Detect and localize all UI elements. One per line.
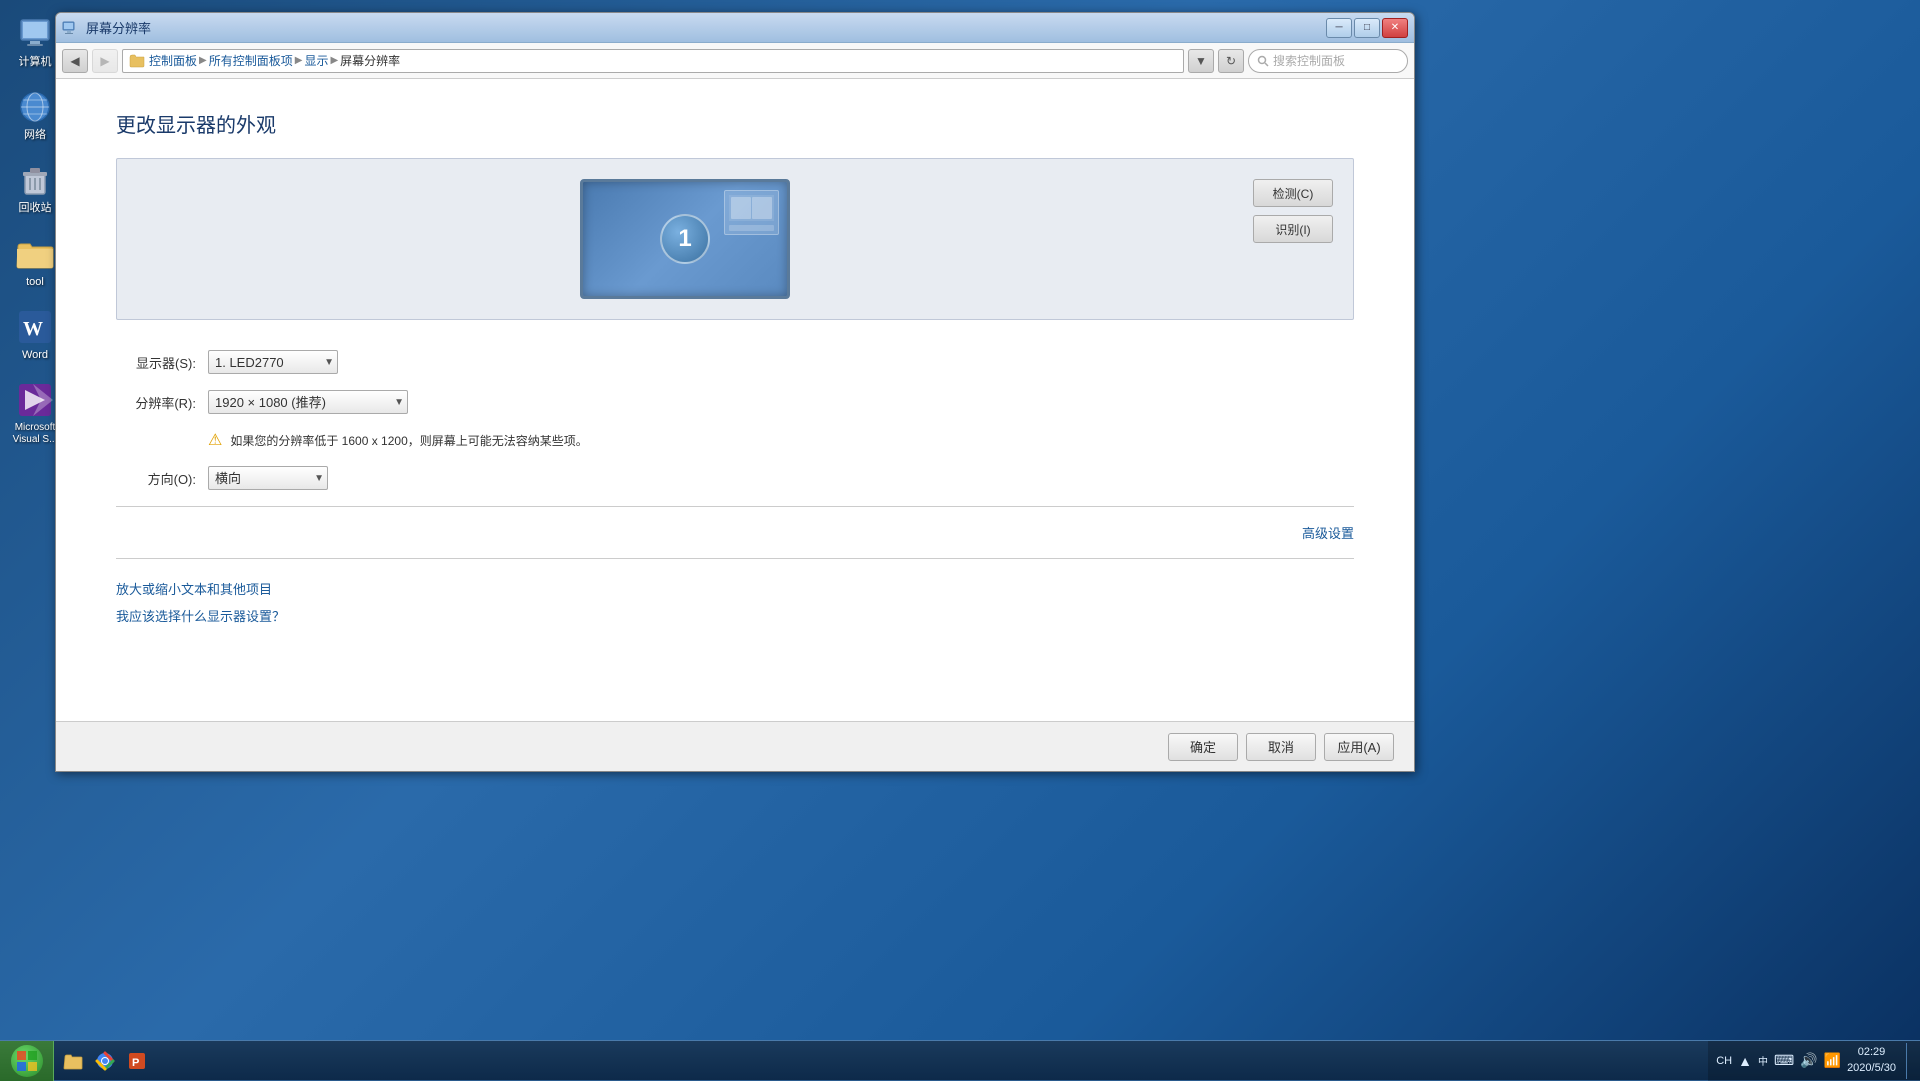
close-button[interactable]: ✕: [1382, 18, 1408, 38]
network-icon: [15, 87, 55, 127]
monitor-screen: 1: [580, 179, 790, 299]
help-links: 放大或缩小文本和其他项目 我应该选择什么显示器设置？: [116, 579, 1354, 625]
monitor-preview-area: 1 检测(C) 识别(I): [116, 158, 1354, 320]
help-link-2[interactable]: 我应该选择什么显示器设置？: [116, 606, 1354, 625]
display-row: 显示器(S): 1. LED2770 ▼: [116, 350, 1354, 374]
chrome-icon: [95, 1051, 115, 1071]
minimize-button[interactable]: ─: [1326, 18, 1352, 38]
monitor-display: 1: [137, 179, 1233, 299]
bc-controlpanel[interactable]: 控制面板: [149, 52, 197, 69]
orientation-select-wrapper[interactable]: 横向 ▼: [208, 466, 328, 490]
breadcrumb: 控制面板 ▶ 所有控制面板项 ▶ 显示 ▶ 屏幕分辨率: [149, 52, 400, 69]
desktop-icon-label: Word: [22, 349, 48, 362]
desktop: 计算机 网络: [0, 0, 1920, 1080]
cancel-button[interactable]: 取消: [1246, 733, 1316, 761]
clock-time: 02:29: [1847, 1045, 1896, 1060]
search-box[interactable]: 搜索控制面板: [1248, 49, 1408, 73]
chevron-tray-icon[interactable]: ▲: [1738, 1053, 1752, 1069]
resolution-label: 分辨率(R):: [116, 393, 196, 412]
warning-row: ⚠ 如果您的分辨率低于 1600 x 1200，则屏幕上可能无法容纳某些项。: [208, 430, 1354, 450]
window-titlebar: 屏幕分辨率 ─ □ ✕: [56, 13, 1414, 43]
taskbar-items: P: [54, 1046, 1708, 1076]
word-icon: W: [15, 307, 55, 347]
monitor-mini-inner: [729, 195, 774, 221]
bc-display[interactable]: 显示: [304, 52, 328, 69]
search-placeholder: 搜索控制面板: [1273, 52, 1345, 69]
orientation-row: 方向(O): 横向 ▼: [116, 466, 1354, 490]
taskbar-explorer-button[interactable]: [58, 1046, 88, 1076]
taskbar-clock[interactable]: 02:29 2020/5/30: [1847, 1045, 1896, 1076]
display-label: 显示器(S):: [116, 353, 196, 372]
address-field[interactable]: 控制面板 ▶ 所有控制面板项 ▶ 显示 ▶ 屏幕分辨率: [122, 49, 1184, 73]
ok-button[interactable]: 确定: [1168, 733, 1238, 761]
monitor-mini-window: [724, 190, 779, 235]
identify-button[interactable]: 识别(I): [1253, 215, 1333, 243]
keyboard-tray-icon: CH: [1716, 1055, 1732, 1067]
address-bar: ◀ ▶ 控制面板 ▶ 所有控制面板项 ▶ 显示 ▶ 屏幕分辨率 ▼ ↻: [56, 43, 1414, 79]
search-icon: [1257, 55, 1269, 67]
volume-icon[interactable]: 🔊: [1800, 1052, 1817, 1069]
warning-text: 如果您的分辨率低于 1600 x 1200，则屏幕上可能无法容纳某些项。: [230, 432, 587, 449]
desktop-icon-label: tool: [26, 276, 44, 289]
window-footer: 确定 取消 应用(A): [56, 721, 1414, 771]
divider: [116, 506, 1354, 507]
folder-small-icon: [129, 53, 145, 69]
taskbar-tray: CH ▲ 中 ⌨ 🔊 📶 02:29 2020/5/30: [1708, 1041, 1920, 1081]
advanced-settings-link[interactable]: 高级设置: [1302, 523, 1354, 542]
page-title: 更改显示器的外观: [116, 109, 1354, 138]
start-orb: [11, 1045, 43, 1077]
display-select-wrapper[interactable]: 1. LED2770 ▼: [208, 350, 338, 374]
svg-text:W: W: [23, 318, 43, 340]
address-dropdown-button[interactable]: ▼: [1188, 49, 1214, 73]
taskbar: P CH ▲ 中 ⌨ 🔊 📶 02:29 2020/5/30: [0, 1040, 1920, 1080]
start-button[interactable]: [0, 1041, 54, 1081]
explorer-icon: [63, 1051, 83, 1071]
help-link-1[interactable]: 放大或缩小文本和其他项目: [116, 579, 1354, 598]
desktop-icon-label: 网络: [24, 129, 46, 142]
svg-text:P: P: [132, 1057, 139, 1069]
window-icon: [62, 20, 78, 36]
desktop-icon-label: MicrosoftVisual S...: [13, 422, 58, 446]
window-controls: ─ □ ✕: [1326, 18, 1408, 38]
mini-bar-1: [731, 197, 751, 219]
desktop-icon-label: 计算机: [19, 56, 52, 69]
vs-icon: [15, 380, 55, 420]
display-select[interactable]: 1. LED2770: [208, 350, 338, 374]
network-tray-icon[interactable]: 📶: [1824, 1052, 1841, 1069]
folder-icon: [15, 234, 55, 274]
monitor-buttons: 检测(C) 识别(I): [1253, 179, 1333, 243]
resolution-select[interactable]: 1920 × 1080 (推荐): [208, 390, 408, 414]
maximize-button[interactable]: □: [1354, 18, 1380, 38]
advanced-link-row: 高级设置: [116, 523, 1354, 542]
mini-bar-2: [752, 197, 772, 219]
keyboard-icon: ⌨: [1774, 1052, 1794, 1069]
apply-button[interactable]: 应用(A): [1324, 733, 1394, 761]
refresh-button[interactable]: ↻: [1218, 49, 1244, 73]
ime-icon: 中: [1758, 1053, 1768, 1068]
taskbar-chrome-button[interactable]: [90, 1046, 120, 1076]
resolution-row: 分辨率(R): 1920 × 1080 (推荐) ▼: [116, 390, 1354, 414]
taskbar-ppt-button[interactable]: P: [122, 1046, 152, 1076]
windows-logo-icon: [15, 1049, 39, 1073]
desktop-icon-label: 回收站: [19, 202, 52, 215]
clock-date: 2020/5/30: [1847, 1061, 1896, 1076]
bc-current: 屏幕分辨率: [340, 52, 400, 69]
window-title: 屏幕分辨率: [86, 18, 151, 37]
detect-button[interactable]: 检测(C): [1253, 179, 1333, 207]
orientation-label: 方向(O):: [116, 469, 196, 488]
forward-button[interactable]: ▶: [92, 49, 118, 73]
resolution-select-wrapper[interactable]: 1920 × 1080 (推荐) ▼: [208, 390, 408, 414]
recycle-icon: [15, 160, 55, 200]
monitor-number: 1: [660, 214, 710, 264]
main-window: 屏幕分辨率 ─ □ ✕ ◀ ▶ 控制面板 ▶ 所有控制面板项 ▶ 显示: [55, 12, 1415, 772]
bc-all-items[interactable]: 所有控制面板项: [209, 52, 293, 69]
show-desktop-button[interactable]: [1906, 1043, 1912, 1079]
back-button[interactable]: ◀: [62, 49, 88, 73]
computer-icon: [15, 14, 55, 54]
orientation-select[interactable]: 横向: [208, 466, 328, 490]
presentation-icon: P: [127, 1051, 147, 1071]
divider-2: [116, 558, 1354, 559]
window-content: 更改显示器的外观 1: [56, 79, 1414, 721]
warning-icon: ⚠: [208, 430, 222, 450]
